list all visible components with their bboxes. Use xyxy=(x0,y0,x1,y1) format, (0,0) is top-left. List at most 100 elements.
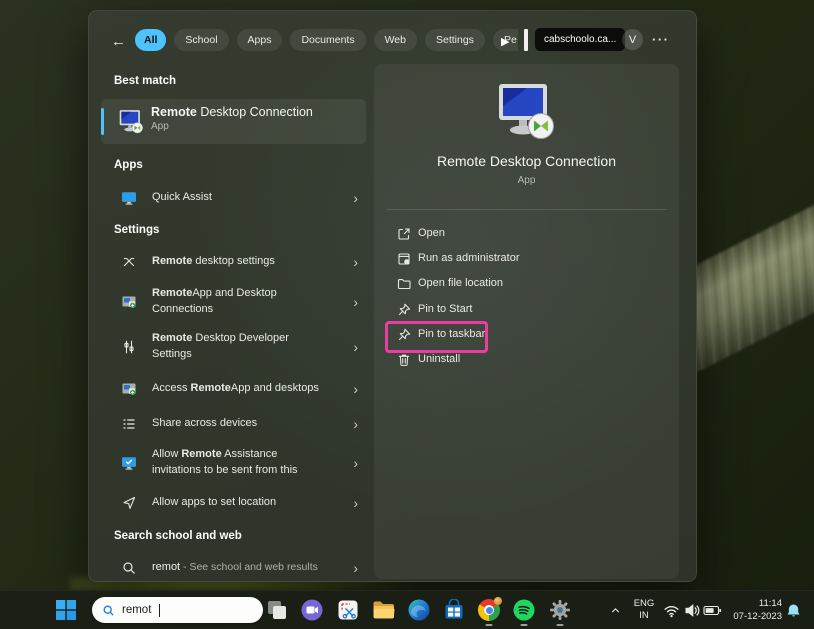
result-label: Remote desktop settings xyxy=(152,254,327,270)
result-label: Access RemoteApp and desktops xyxy=(152,381,327,397)
language-indicator[interactable]: ENGIN xyxy=(630,598,658,623)
result-access-remoteapp[interactable]: Access RemoteApp and desktops › xyxy=(101,374,366,403)
list-icon xyxy=(121,416,137,432)
task-view-button[interactable] xyxy=(266,599,288,621)
clipped-tab-edge xyxy=(524,29,528,51)
chrome-update-badge xyxy=(494,597,502,605)
back-icon[interactable]: ← xyxy=(111,31,126,53)
result-label: Remote Desktop Developer Settings xyxy=(152,331,327,363)
chrome-button[interactable] xyxy=(478,599,500,621)
result-quick-assist[interactable]: Quick Assist › xyxy=(101,183,366,212)
chevron-right-icon: › xyxy=(353,294,358,310)
best-match-subtitle: App xyxy=(151,121,313,132)
more-options-icon[interactable]: ··· xyxy=(652,32,670,47)
result-web-search[interactable]: remot - See school and web results › xyxy=(101,553,366,582)
selection-accent-bar xyxy=(101,108,104,135)
quick-assist-icon xyxy=(121,190,137,206)
volume-icon[interactable] xyxy=(684,602,701,619)
pin-icon xyxy=(396,302,412,318)
trash-icon xyxy=(396,352,412,368)
action-run-admin[interactable]: Run as administrator xyxy=(374,247,679,271)
taskbar-search-input[interactable]: remot xyxy=(92,597,263,623)
result-label: Allow apps to set location xyxy=(152,495,327,511)
wifi-icon[interactable] xyxy=(663,602,680,619)
result-remote-assistance[interactable]: Allow Remote Assistance invitations to b… xyxy=(101,443,366,483)
chevron-right-icon: › xyxy=(353,495,358,511)
battery-icon[interactable] xyxy=(703,602,722,619)
detail-app-name: Remote Desktop Connection xyxy=(374,153,679,169)
detail-app-type: App xyxy=(374,175,679,186)
taskbar: remot xyxy=(0,590,814,629)
action-open[interactable]: Open xyxy=(374,222,679,246)
best-match-result[interactable]: Remote Desktop Connection App xyxy=(101,99,366,144)
result-label: Quick Assist xyxy=(152,190,327,206)
result-share-across-devices[interactable]: Share across devices › xyxy=(101,409,366,438)
chevron-right-icon: › xyxy=(353,190,358,206)
tab-web[interactable]: Web xyxy=(374,29,417,51)
action-pin-to-taskbar[interactable]: Pin to taskbar xyxy=(374,323,679,347)
result-rd-developer-settings[interactable]: Remote Desktop Developer Settings › xyxy=(101,327,366,367)
tab-apps[interactable]: Apps xyxy=(237,29,283,51)
search-icon xyxy=(121,560,137,576)
remoteapp-icon xyxy=(121,294,137,310)
snipping-tool-button[interactable] xyxy=(337,599,359,621)
divider xyxy=(386,209,667,210)
folder-icon xyxy=(396,276,412,292)
result-label: RemoteApp and Desktop Connections xyxy=(152,286,327,318)
running-indicator xyxy=(557,624,564,627)
tab-settings[interactable]: Settings xyxy=(425,29,485,51)
clock[interactable]: 11:1407-12-2023 xyxy=(724,598,782,624)
chevron-right-icon: › xyxy=(353,455,358,471)
search-domain-chip[interactable]: cabschoolo.ca... xyxy=(535,28,625,51)
chevron-right-icon: › xyxy=(353,254,358,270)
result-label: remot - See school and web results xyxy=(152,560,327,576)
tabs-overflow-icon[interactable]: ▶ xyxy=(501,31,509,53)
result-remote-desktop-settings[interactable]: Remote desktop settings › xyxy=(101,247,366,276)
tab-school[interactable]: School xyxy=(174,29,228,51)
detail-panel: Remote Desktop Connection App Open Run a… xyxy=(374,64,679,579)
action-uninstall[interactable]: Uninstall xyxy=(374,348,679,372)
edge-button[interactable] xyxy=(408,599,430,621)
tray-chevron-up-icon[interactable] xyxy=(609,604,622,617)
action-pin-to-start[interactable]: Pin to Start xyxy=(374,298,679,322)
file-explorer-button[interactable] xyxy=(372,599,396,621)
search-window: ← All School Apps Documents Web Settings… xyxy=(88,10,697,582)
filter-tabs: All School Apps Documents Web Settings P… xyxy=(135,29,528,51)
text-caret xyxy=(159,604,160,617)
store-button[interactable] xyxy=(443,599,465,621)
chevron-right-icon: › xyxy=(353,416,358,432)
spotify-button[interactable] xyxy=(513,599,535,621)
running-indicator xyxy=(521,624,528,627)
action-open-file-location[interactable]: Open file location xyxy=(374,272,679,296)
admin-icon xyxy=(396,251,412,267)
sliders-icon xyxy=(121,339,137,355)
running-indicator xyxy=(486,624,493,627)
chevron-right-icon: › xyxy=(353,560,358,576)
tools-icon xyxy=(121,254,137,270)
result-label: Allow Remote Assistance invitations to b… xyxy=(152,447,327,479)
settings-button[interactable] xyxy=(549,599,571,621)
monitor-check-icon xyxy=(121,455,137,471)
tab-documents[interactable]: Documents xyxy=(290,29,365,51)
pin-icon xyxy=(396,327,412,343)
start-button[interactable] xyxy=(56,600,76,620)
search-web-header: Search school and web xyxy=(114,530,242,542)
remoteapp-icon xyxy=(121,381,137,397)
location-icon xyxy=(121,495,137,511)
best-match-header: Best match xyxy=(114,75,176,87)
remote-desktop-icon xyxy=(118,108,145,135)
notification-bell-icon[interactable] xyxy=(786,603,801,618)
tab-all[interactable]: All xyxy=(135,29,166,51)
result-apps-location[interactable]: Allow apps to set location › xyxy=(101,488,366,517)
apps-header: Apps xyxy=(114,159,143,171)
result-remoteapp-connections[interactable]: RemoteApp and Desktop Connections › xyxy=(101,282,366,322)
best-match-title: Remote Desktop Connection xyxy=(151,105,313,119)
chat-button[interactable] xyxy=(301,599,323,621)
search-icon xyxy=(102,604,115,617)
account-avatar[interactable]: V xyxy=(622,29,643,50)
result-label: Share across devices xyxy=(152,416,327,432)
open-icon xyxy=(396,226,412,242)
remote-desktop-icon-large xyxy=(495,82,559,140)
chevron-right-icon: › xyxy=(353,339,358,355)
chevron-right-icon: › xyxy=(353,381,358,397)
